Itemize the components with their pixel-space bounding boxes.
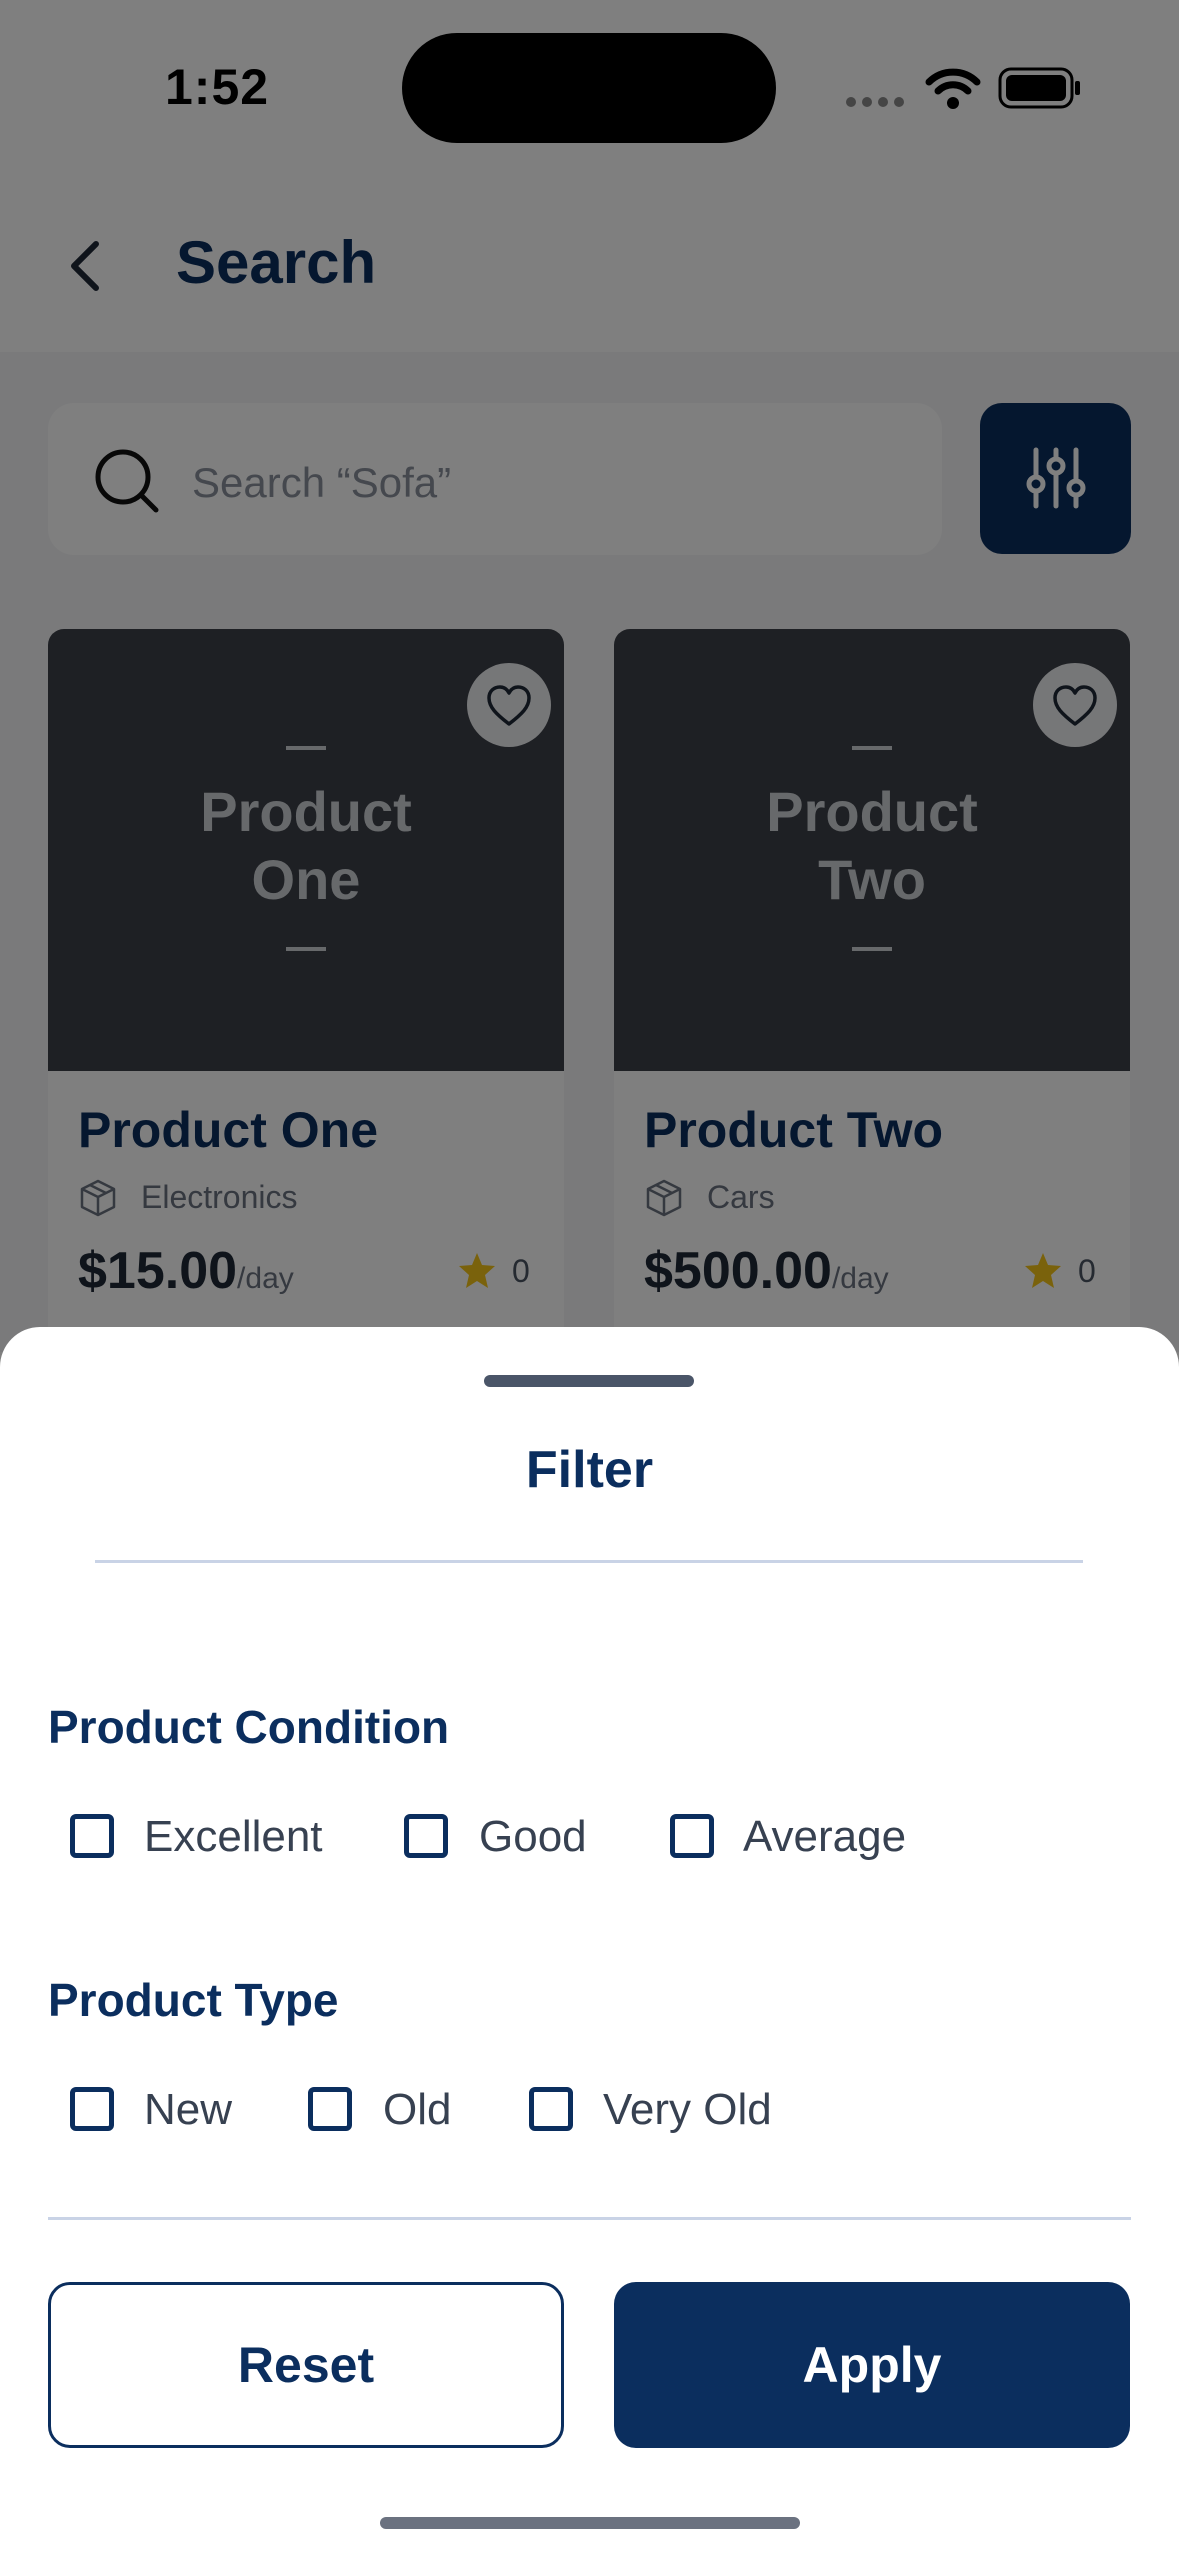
checkbox-label: Good [479,1812,587,1861]
section-title-type: Product Type [48,1974,339,2026]
divider [48,2217,1131,2220]
checkbox-good[interactable] [404,1814,448,1858]
checkbox-old[interactable] [308,2087,352,2131]
sheet-title: Filter [525,1441,654,1499]
checkbox-label: Very Old [603,2085,772,2134]
home-indicator[interactable] [380,2517,800,2529]
checkbox-label: Excellent [144,1812,323,1861]
checkbox-very-old[interactable] [529,2087,573,2131]
checkbox-average[interactable] [670,1814,714,1858]
checkbox-label: Old [383,2085,452,2134]
divider [95,1560,1083,1563]
section-title-condition: Product Condition [48,1701,450,1753]
checkbox-label: Average [743,1812,907,1861]
sheet-grabber[interactable] [484,1375,694,1387]
checkbox-label: New [144,2085,233,2134]
checkbox-new[interactable] [70,2087,114,2131]
apply-button[interactable]: Apply [614,2282,1130,2448]
reset-button[interactable]: Reset [48,2282,564,2448]
checkbox-excellent[interactable] [70,1814,114,1858]
